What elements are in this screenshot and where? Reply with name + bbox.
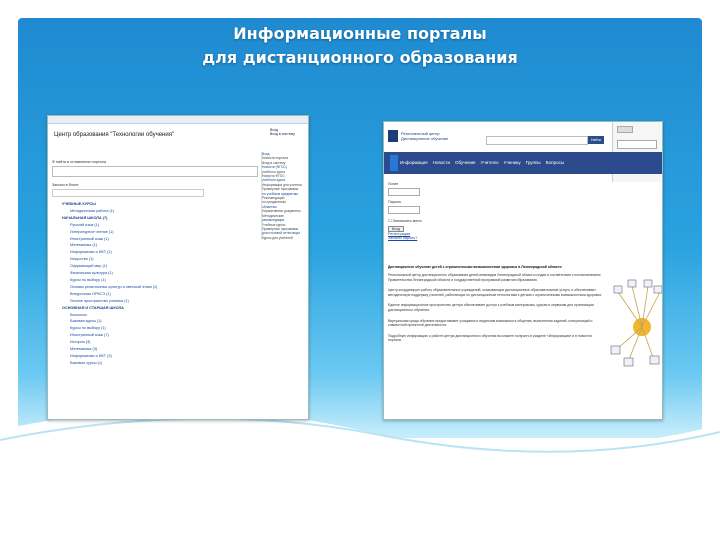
course-tree-item[interactable]: Информатика и ИКТ (3) (52, 353, 258, 360)
course-tree-item[interactable]: Математика (3) (52, 346, 258, 353)
paragraph: Виртуальная среда обучения предоставляет… (388, 318, 593, 328)
course-tree-item[interactable]: Математика (1) (52, 242, 258, 249)
nav-tab[interactable]: Ученику (504, 160, 521, 165)
course-tree-item[interactable]: Литературное чтение (1) (52, 229, 258, 236)
portal-screenshot-distance-learning: Региональный центр Дистанционное обучени… (383, 121, 663, 420)
browser-bar (48, 116, 308, 124)
course-tree-item[interactable]: Внеурочная ОРКСЭ (1) (52, 291, 258, 298)
course-tree-item[interactable]: Личное пространство ученика (1) (52, 298, 258, 305)
search-button[interactable]: Найти (588, 136, 604, 144)
sidebar-link[interactable]: Курсы для учителей (262, 236, 306, 240)
decorative-wave (0, 410, 720, 540)
portal-heading: Центр образования "Технологии обучения" (54, 132, 175, 138)
main-nav: Информация Новости Обучение Учителю Ученику Г… (384, 152, 662, 174)
course-tree-item[interactable]: История (3) (52, 339, 258, 346)
course-tree-item[interactable]: Иностранный язык (7) (52, 332, 258, 339)
side-button[interactable] (617, 126, 633, 133)
content-text: Дистанционное обучение детей с ограничен… (388, 265, 606, 349)
top-links: Вход Вход в систему (270, 128, 306, 136)
course-tree-item[interactable]: Русский язык (1) (52, 222, 258, 229)
course-tree-item[interactable]: Курсы по выбору (1) (52, 325, 258, 332)
search-input[interactable] (52, 166, 258, 177)
nav-tab[interactable]: Новости (433, 160, 450, 165)
course-tree-item[interactable]: УЧЕБНЫЕ КУРСЫ (52, 201, 258, 208)
password-label: Пароль (388, 200, 402, 204)
login-label: Записи в блоге (52, 183, 79, 187)
nav-tab[interactable]: Информация (400, 160, 428, 165)
forgot-password-link[interactable]: Забыли пароль? (388, 236, 422, 240)
course-tree-item[interactable]: Биология (52, 312, 258, 319)
paragraph: Единое информационное пространство центр… (388, 303, 594, 312)
username-input[interactable] (388, 188, 420, 196)
login-form: Логин Пароль ☐ Запомнить меня Вход Регис… (388, 182, 422, 240)
password-input[interactable] (388, 206, 420, 214)
search-input[interactable] (486, 136, 588, 145)
course-tree-item[interactable]: Иностранный язык (1) (52, 236, 258, 243)
paragraph: Центр координирует работу образовательны… (388, 288, 603, 297)
course-tree-item[interactable]: Окружающий мир (1) (52, 263, 258, 270)
portal-screenshot-education-center: Центр образования "Технологии обучения" … (47, 115, 309, 420)
slide-title-line-1: Информационные порталы (233, 24, 487, 43)
course-tree-item[interactable]: Информатика и ИКТ (1) (52, 249, 258, 256)
portal-brand: Региональный центр Дистанционное обучени… (401, 131, 448, 141)
remember-label: Запомнить меня (392, 219, 422, 223)
nav-tab[interactable]: Обучение (455, 160, 476, 165)
search-label: Ф найти в оглавлении портала (52, 160, 106, 164)
remember-checkbox[interactable]: ☐ Запомнить меня (388, 218, 422, 223)
side-input[interactable] (617, 140, 657, 149)
course-tree-item[interactable]: Основы религиозных культур и светской эт… (52, 284, 258, 291)
course-tree-item[interactable]: Физическая культура (1) (52, 270, 258, 277)
main-column: Ф найти в оглавлении портала Записи в бл… (52, 160, 258, 367)
right-sidebar: Вход Новости портала Вход в систему Новости… (261, 152, 306, 241)
portal-logo-icon (388, 130, 398, 142)
nav-tab[interactable]: Вопросы (546, 160, 564, 165)
course-tree-item[interactable]: Методическая работа (1) (52, 208, 258, 215)
course-tree-item[interactable]: Базовые курсы (1) (52, 360, 258, 367)
nav-tab[interactable]: Группы (526, 160, 541, 165)
paragraph: Региональный центр дистанционного образо… (388, 273, 601, 282)
nav-tab[interactable]: Учителю (481, 160, 499, 165)
nav-emblem-icon (390, 155, 398, 171)
network-illustration-icon (610, 279, 662, 367)
login-field[interactable] (52, 189, 204, 197)
course-tree-item[interactable]: Базовая курсы (1) (52, 318, 258, 325)
course-tree-item[interactable]: НАЧАЛЬНАЯ ШКОЛА (7) (52, 215, 258, 222)
course-tree: УЧЕБНЫЕ КУРСЫ Методическая работа (1) НАЧА… (52, 201, 258, 367)
slide-title: Информационные порталы для дистанционног… (0, 22, 720, 70)
top-link[interactable]: Вход в систему (270, 132, 306, 136)
course-tree-item[interactable]: ОСНОВНАЯ И СТАРШАЯ ШКОЛА (52, 305, 258, 312)
slide-title-line-2: для дистанционного образования (202, 48, 518, 67)
paragraph: Подробную информацию о работе центра дис… (388, 333, 593, 343)
course-tree-item[interactable]: Курсы по выбору (1) (52, 277, 258, 284)
username-label: Логин (388, 182, 399, 186)
nav-tabs: Информация Новости Обучение Учителю Ученику Г… (400, 160, 569, 165)
section-title: Дистанционное обучение детей с ограничен… (388, 265, 562, 269)
brand-line-2: Дистанционное обучение (401, 136, 449, 141)
course-tree-item[interactable]: Искусство (1) (52, 256, 258, 263)
